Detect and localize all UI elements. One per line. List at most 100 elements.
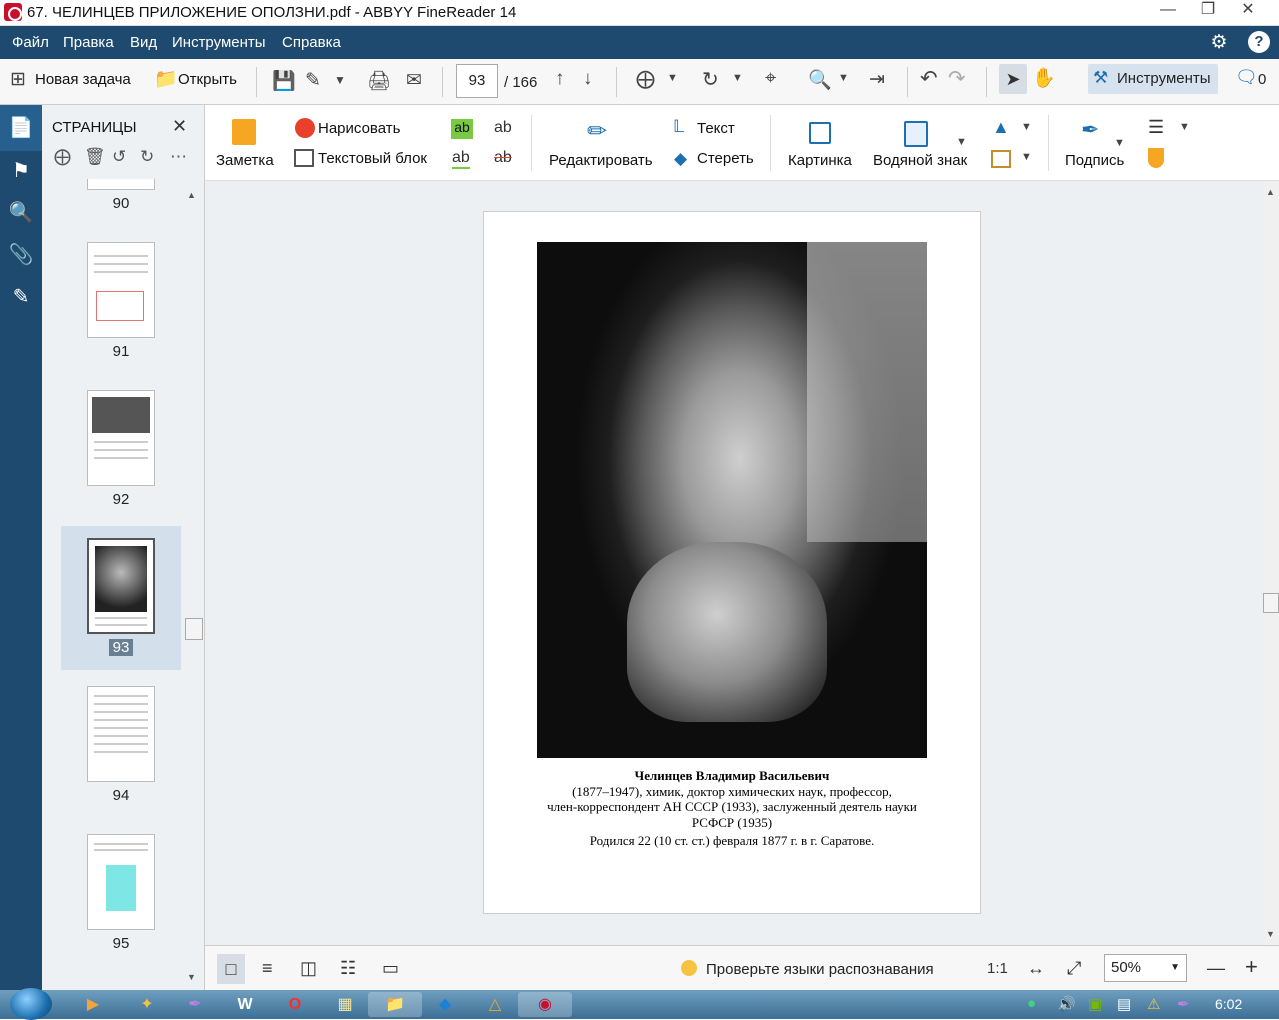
text-style-icon[interactable]: ab [494, 119, 512, 137]
highlight-icon[interactable]: ab [451, 119, 473, 139]
fit-page-icon[interactable]: ⤢ [1067, 958, 1081, 979]
actual-size-button[interactable]: 1:1 [987, 960, 1008, 977]
taskbar-feather-icon[interactable]: ✒ [168, 992, 222, 1017]
scroll-down-icon[interactable]: ▼ [187, 972, 196, 982]
document-scrollbar[interactable]: ▲ ▼ [1263, 181, 1279, 945]
tray-volume-icon[interactable]: 🔊 [1057, 995, 1076, 1013]
maximize-button[interactable]: ❐ [1188, 0, 1228, 22]
continuous-view-icon[interactable]: ≡ [262, 958, 273, 979]
redact-icon[interactable]: ☰ [1148, 117, 1164, 138]
menu-help[interactable]: Справка [282, 34, 341, 51]
page-thumbnail[interactable] [87, 834, 155, 930]
zoom-select[interactable]: 50% ▼ [1104, 954, 1187, 982]
rotate-dropdown-icon[interactable]: ▼ [732, 72, 743, 84]
sidebar-scrollbar[interactable]: ▲ ▼ [185, 180, 203, 985]
search-icon[interactable]: 🔍 [8, 200, 34, 226]
textblock-button[interactable]: Текстовый блок [318, 150, 427, 167]
rotate-icon[interactable]: ↻ [702, 67, 719, 92]
save-icon[interactable]: 💾 [272, 69, 296, 93]
signature-dropdown-icon[interactable]: ▼ [1114, 137, 1125, 149]
crop-icon[interactable]: ⌖ [765, 67, 776, 90]
scrollbar-thumb[interactable] [185, 618, 203, 640]
taskbar-media-icon[interactable]: ▶ [66, 992, 120, 1017]
tools-button[interactable]: ⚒ Инструменты [1088, 64, 1218, 94]
add-page-icon[interactable]: ⨁ [636, 68, 655, 91]
pages-panel-icon[interactable]: 📄 [8, 115, 34, 141]
settings-gear-icon[interactable]: ⚙ [1208, 31, 1230, 53]
help-icon[interactable]: ? [1248, 31, 1270, 53]
scroll-up-icon[interactable]: ▲ [1266, 187, 1275, 197]
stamp-dropdown-icon[interactable]: ▼ [1021, 121, 1032, 133]
redact-dropdown-icon[interactable]: ▼ [1179, 121, 1190, 133]
watermark-dropdown-icon[interactable]: ▼ [956, 136, 967, 148]
menu-file[interactable]: Файл [12, 34, 49, 51]
undo-icon[interactable]: ↶ [920, 66, 938, 91]
note-button[interactable]: Заметка [216, 152, 274, 169]
recognize-page-icon[interactable]: 🔍 [808, 68, 832, 92]
open-button[interactable]: Открыть [178, 71, 237, 88]
taskbar-opera-icon[interactable]: O [268, 992, 322, 1017]
edit-button[interactable]: Редактировать [549, 152, 653, 169]
header-footer-dropdown-icon[interactable]: ▼ [1021, 151, 1032, 163]
tray-warning-icon[interactable]: ⚠ [1147, 995, 1160, 1013]
page-number-input[interactable]: 93 [456, 64, 498, 98]
tray-network-icon[interactable]: ▤ [1117, 995, 1131, 1013]
stamp-icon[interactable]: ▲ [992, 117, 1010, 138]
next-page-icon[interactable]: ↓ [583, 68, 593, 90]
export-icon[interactable]: ⇥ [869, 68, 885, 91]
minimize-button[interactable]: — [1148, 0, 1188, 22]
scroll-up-icon[interactable]: ▲ [187, 190, 196, 200]
erase-button[interactable]: Стереть [697, 150, 754, 167]
sidebar-close-icon[interactable]: ✕ [172, 116, 187, 137]
taskbar-archive-icon[interactable]: ▦ [318, 992, 372, 1017]
recognize-dropdown-icon[interactable]: ▼ [838, 72, 849, 84]
tray-nvidia-icon[interactable]: ▣ [1088, 995, 1102, 1013]
taskbar-wand-icon[interactable]: ✦ [120, 992, 174, 1017]
fit-width-icon[interactable]: ↔ [1027, 958, 1045, 979]
underline-icon[interactable]: ab [452, 149, 470, 169]
two-page-view-icon[interactable]: ◫ [300, 958, 317, 979]
scrollbar-thumb[interactable] [1263, 593, 1279, 613]
prev-page-icon[interactable]: ↑ [555, 68, 565, 90]
page-thumbnail[interactable] [87, 390, 155, 486]
signature-pen-icon[interactable]: ✎ [8, 284, 34, 310]
zoom-out-icon[interactable]: — [1207, 958, 1225, 979]
page-thumbnail[interactable] [87, 179, 155, 190]
draw-button[interactable]: Нарисовать [318, 120, 400, 137]
menu-tools[interactable]: Инструменты [172, 34, 266, 51]
zoom-in-icon[interactable]: + [1245, 954, 1258, 980]
taskbar-explorer-icon[interactable]: 📁 [368, 992, 422, 1017]
page-thumbnail[interactable] [87, 242, 155, 338]
fullscreen-view-icon[interactable]: ▭ [382, 958, 399, 979]
delete-page-icon[interactable]: 🗑 [84, 147, 106, 167]
save-dropdown-icon[interactable]: ▼ [334, 73, 346, 87]
bookmarks-icon[interactable]: ⚑ [8, 158, 34, 184]
select-cursor-icon[interactable]: ➤ [999, 64, 1027, 94]
single-page-view-icon[interactable]: □ [217, 954, 245, 984]
security-shield-icon[interactable] [1148, 148, 1164, 168]
signature-button[interactable]: Подпись [1065, 152, 1124, 169]
page-thumbnail[interactable] [87, 538, 155, 634]
page-thumbnail[interactable] [87, 686, 155, 782]
menu-view[interactable]: Вид [130, 34, 157, 51]
header-footer-icon[interactable] [991, 150, 1011, 168]
menu-edit[interactable]: Правка [63, 34, 114, 51]
email-icon[interactable]: ✉ [406, 69, 422, 92]
add-page-icon[interactable]: ⨁ [54, 147, 71, 167]
scroll-down-icon[interactable]: ▼ [1266, 929, 1275, 939]
add-page-dropdown-icon[interactable]: ▼ [667, 72, 678, 84]
rotate-right-icon[interactable]: ↻ [140, 147, 154, 167]
text-button[interactable]: Текст [697, 120, 735, 137]
more-options-icon[interactable]: ⋯ [170, 147, 187, 167]
new-task-button[interactable]: Новая задача [35, 71, 131, 88]
save-as-icon[interactable]: ✎ [305, 69, 321, 92]
strikethrough-icon[interactable]: ab [494, 149, 512, 167]
tray-feather-icon[interactable]: ✒ [1177, 995, 1190, 1013]
hand-pan-icon[interactable]: ✋ [1032, 66, 1056, 90]
close-window-button[interactable]: ✕ [1228, 0, 1268, 22]
tray-app-icon[interactable]: ● [1027, 995, 1036, 1012]
taskbar-word-icon[interactable]: W [218, 992, 272, 1017]
attachments-icon[interactable]: 📎 [8, 242, 34, 268]
taskbar-teamviewer-icon[interactable]: ◆ [418, 992, 472, 1017]
check-languages-link[interactable]: Проверьте языки распознавания [706, 961, 934, 978]
